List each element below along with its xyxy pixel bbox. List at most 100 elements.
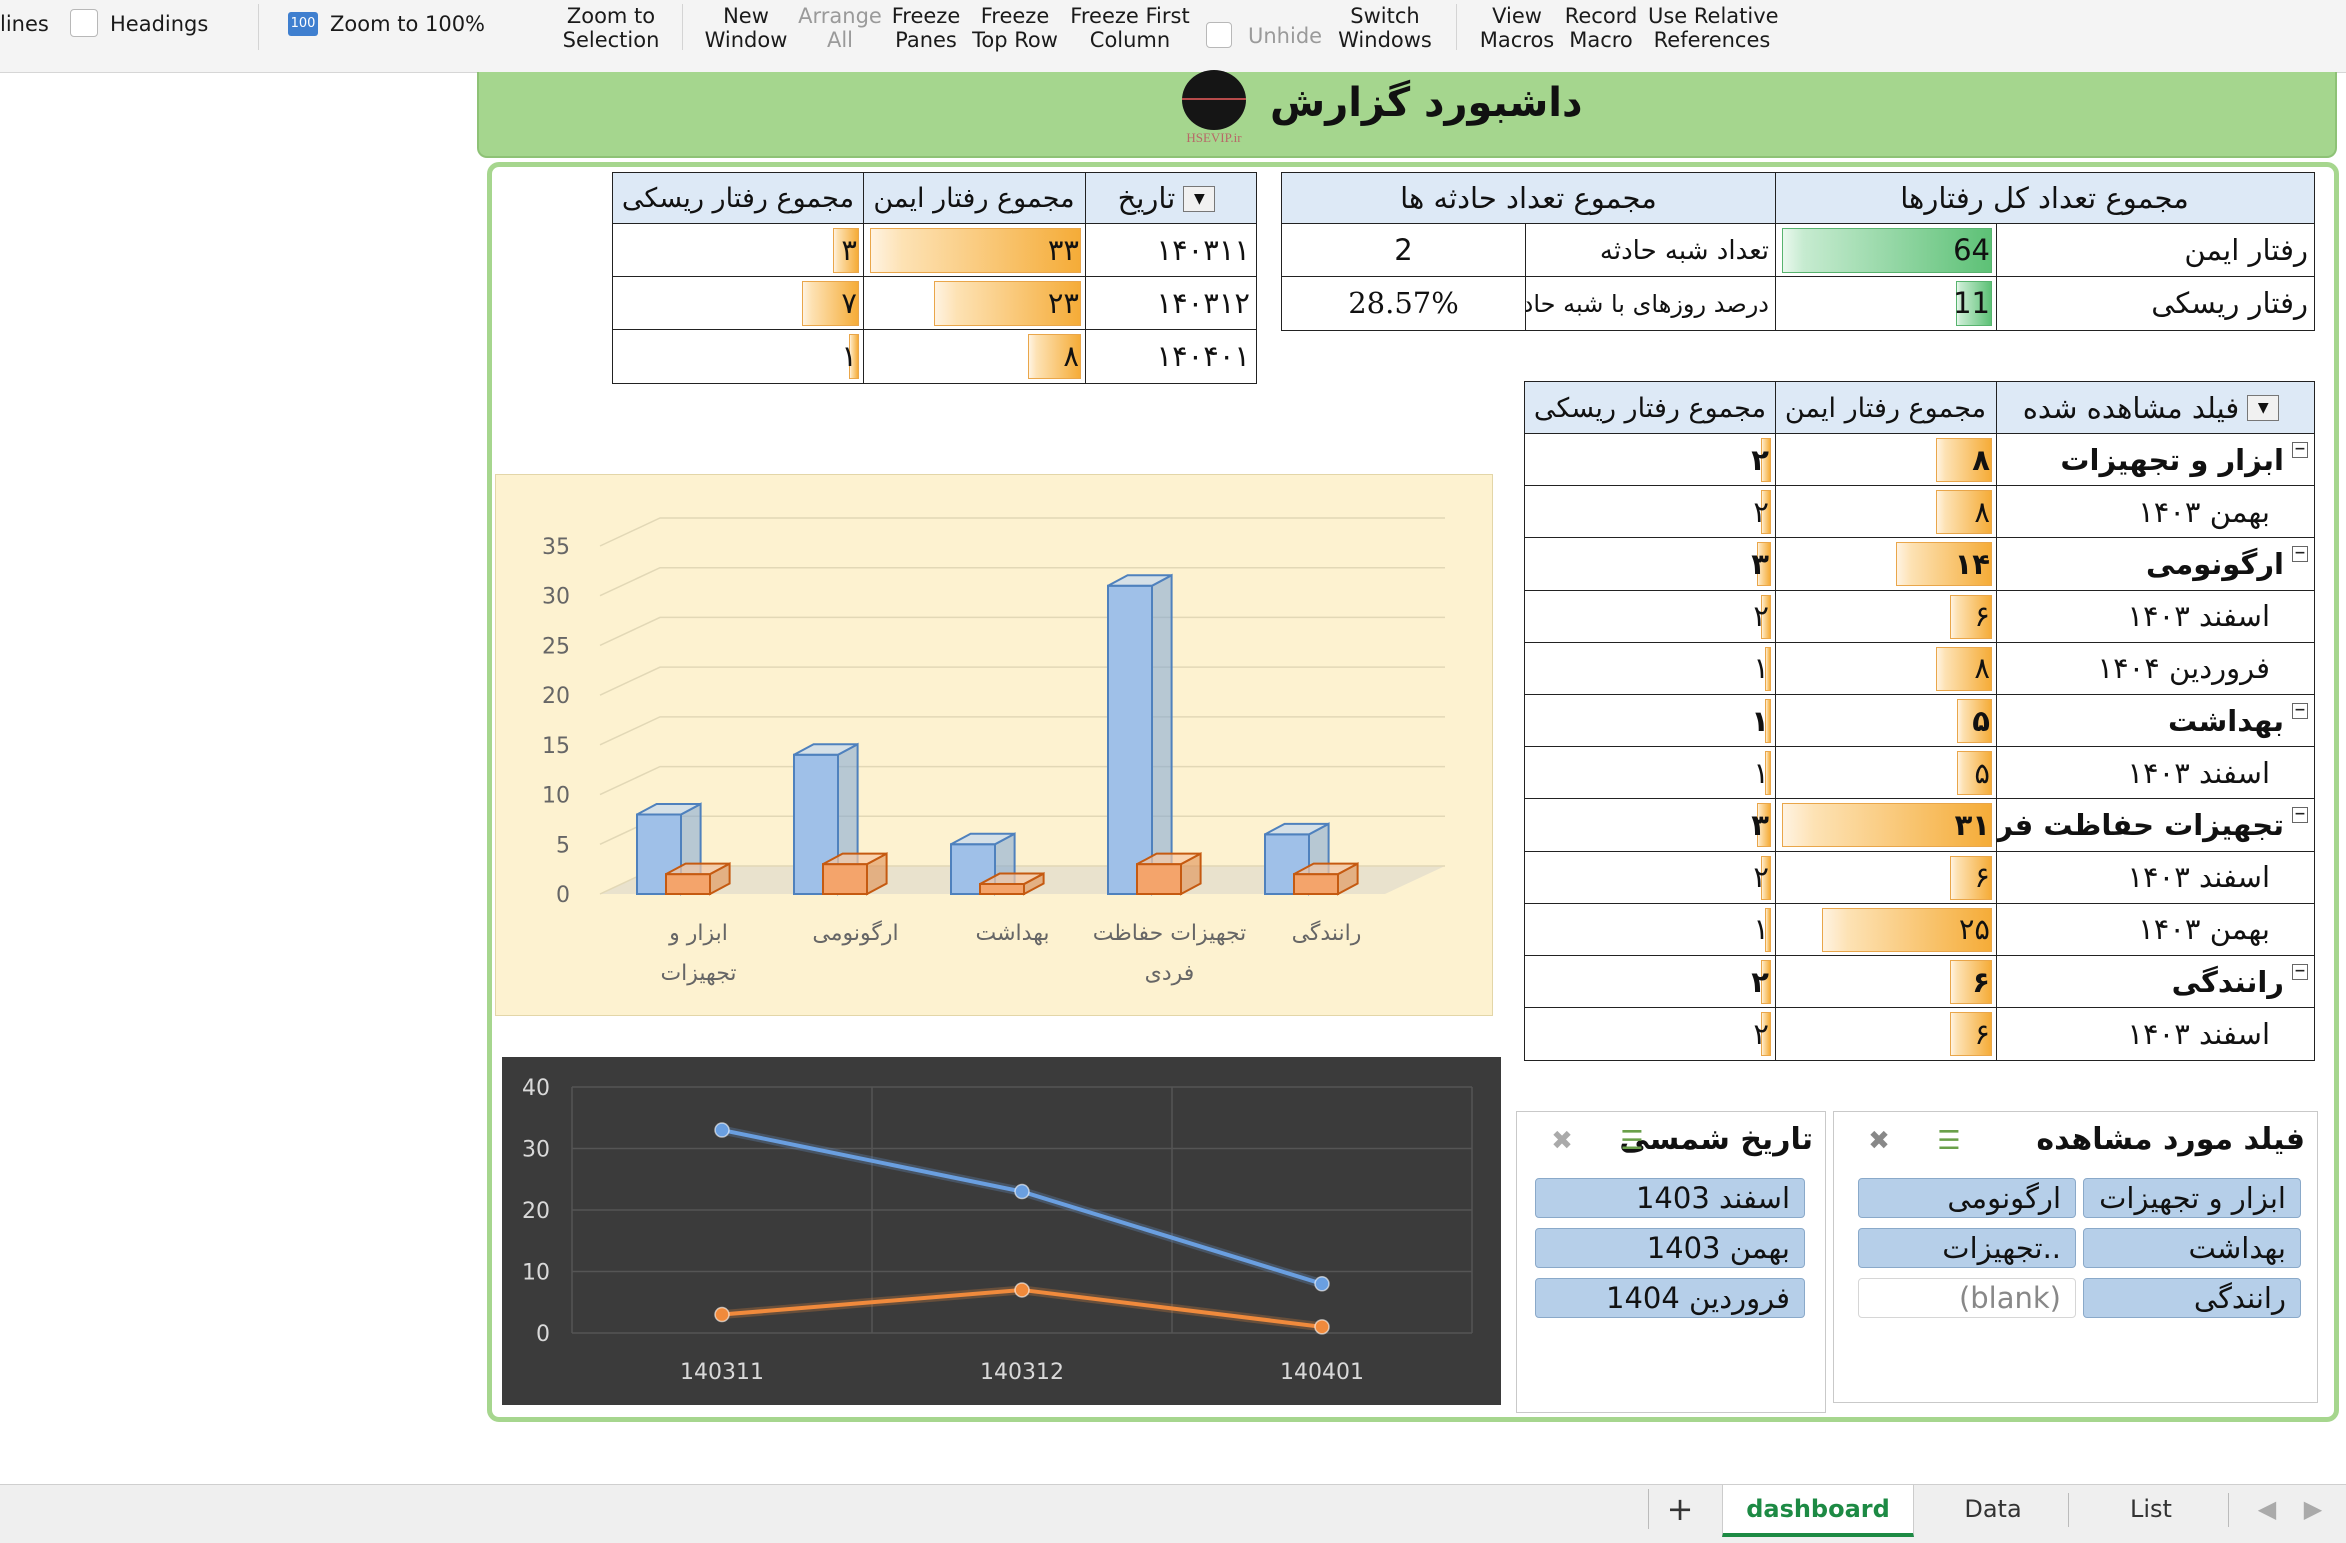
unhide-icon[interactable] [1206,22,1232,48]
collapse-icon[interactable]: − [2292,807,2308,824]
field-month-row[interactable]: بهمن ۱۴۰۳ [1995,485,2315,540]
date-row-safe-cell[interactable]: ۸ [862,329,1086,384]
date-row-risky-cell[interactable]: ۱ [612,329,864,384]
freeze-top-row-button[interactable]: Freeze Top Row [968,4,1062,52]
column-series-2[interactable] [822,852,888,896]
field-row-safe-cell[interactable]: ۵ [1774,694,1997,748]
field-row-safe-cell[interactable]: ۸ [1774,433,1997,487]
headings-label[interactable]: Headings [110,12,208,36]
multi-select-icon[interactable]: ☰ [1613,1124,1651,1158]
collapse-icon[interactable]: − [2292,703,2308,719]
field-row-risky-cell[interactable]: ۲ [1524,850,1776,905]
slicer-item[interactable]: ارگونومی [1858,1178,2076,1218]
field-row-risky-cell[interactable]: ۱ [1524,746,1776,801]
collapse-icon[interactable]: − [2292,546,2308,563]
slicer-item[interactable]: رانندگی [2083,1278,2301,1318]
clear-filter-icon[interactable]: ✖ [1543,1124,1581,1158]
line-point-series-1[interactable] [1314,1276,1330,1292]
multi-select-icon[interactable]: ☰ [1930,1124,1968,1158]
switch-windows-button[interactable]: Switch Windows [1330,4,1440,52]
line-chart[interactable]: 0 10 20 30 40 140311 140312 140401 [502,1057,1501,1405]
line-point-series-1[interactable] [714,1122,730,1138]
date-row-safe-cell[interactable]: ۲۳ [862,276,1086,331]
line-point-series-2[interactable] [714,1306,730,1323]
field-group-row[interactable]: بهداشت − [1995,694,2315,748]
slicer-item-blank[interactable]: (blank) [1858,1278,2076,1318]
column-series-2[interactable] [1136,852,1202,896]
field-row-risky-cell[interactable]: ۲ [1524,433,1776,487]
field-month-row[interactable]: فروردین ۱۴۰۴ [1995,641,2315,696]
field-row-safe-cell[interactable]: ۵ [1774,746,1997,801]
slicer-item[interactable]: بهمن 1403 [1535,1228,1805,1268]
line-point-series-1[interactable] [1014,1183,1030,1200]
slicer-item[interactable]: اسفند 1403 [1535,1178,1805,1218]
date-header[interactable]: تاریخ ▼ [1084,172,1257,225]
field-month-row[interactable]: اسفند ۱۴۰۳ [1995,589,2315,644]
zoom-to-100-button[interactable]: Zoom to 100% [330,12,485,36]
new-window-button[interactable]: New Window [700,4,792,52]
field-row-risky-cell[interactable]: ۱ [1524,902,1776,957]
field-row-safe-cell[interactable]: ۱۴ [1774,537,1997,592]
column-series-1[interactable] [1107,573,1173,896]
risky-behavior-cell[interactable]: 11 [1774,276,1997,331]
gridlines-label[interactable]: lines [0,12,49,36]
filter-dropdown-icon[interactable]: ▼ [2247,395,2280,421]
filter-dropdown-icon[interactable]: ▼ [1183,185,1216,212]
view-macros-button[interactable]: View Macros [1476,4,1558,52]
field-row-safe-cell[interactable]: ۸ [1774,485,1997,540]
collapse-icon[interactable]: − [2292,964,2308,980]
column-series-2[interactable] [1293,861,1359,896]
zoom-100-icon[interactable]: 100 [288,12,318,36]
field-row-safe-cell[interactable]: ۳۱ [1774,798,1997,853]
tab-dashboard[interactable]: dashboard [1722,1485,1914,1537]
collapse-icon[interactable]: − [2292,442,2308,458]
use-relative-references-button[interactable]: Use Relative References [1648,4,1779,52]
date-row-date[interactable]: ۱۴۰۳۱۱ [1084,223,1257,278]
near-miss-days-pct-value[interactable]: 28.57% [1281,276,1526,331]
slicer-item[interactable]: بهداشت [2083,1228,2301,1268]
freeze-panes-button[interactable]: Freeze Panes [886,4,966,52]
tab-data[interactable]: Data [1918,1485,2068,1533]
line-point-series-2[interactable] [1314,1319,1330,1335]
field-row-risky-cell[interactable]: ۳ [1524,798,1776,853]
unhide-button[interactable]: Unhide [1248,24,1322,48]
record-macro-button[interactable]: Record Macro [1562,4,1640,52]
column-series-2[interactable] [665,861,731,896]
date-row-risky-cell[interactable]: ۳ [612,223,864,278]
field-row-safe-cell[interactable]: ۶ [1774,850,1997,905]
field-row-risky-cell[interactable]: ۲ [1524,955,1776,1009]
slicer-item[interactable]: فروردین 1404 [1535,1278,1805,1318]
field-row-safe-cell[interactable]: ۶ [1774,589,1997,644]
freeze-first-column-button[interactable]: Freeze First Column [1068,4,1192,52]
column-chart[interactable]: 0 5 10 15 20 25 30 35 ابزار و تجهیزات ارگونومی بهدا… [495,474,1493,1016]
clear-filter-icon[interactable]: ✖ [1860,1124,1898,1158]
field-month-row[interactable]: اسفند ۱۴۰۳ [1995,1007,2315,1062]
field-row-risky-cell[interactable]: ۲ [1524,1007,1776,1062]
field-row-risky-cell[interactable]: ۲ [1524,589,1776,644]
field-group-row[interactable]: رانندگی − [1995,955,2315,1009]
field-row-safe-cell[interactable]: ۶ [1774,1007,1997,1062]
field-row-risky-cell[interactable]: ۳ [1524,537,1776,592]
scroll-tabs-right-icon[interactable]: ▶ [2298,1485,2328,1533]
safe-behavior-cell[interactable]: 64 [1774,223,1997,278]
field-header[interactable]: فیلد مشاهده شده ▼ [1995,381,2315,435]
scroll-tabs-left-icon[interactable]: ◀ [2252,1485,2282,1533]
slicer-item[interactable]: ابزار و تجهیزات [2083,1178,2301,1218]
date-row-risky-cell[interactable]: ۷ [612,276,864,331]
field-month-row[interactable]: اسفند ۱۴۰۳ [1995,746,2315,801]
tab-list[interactable]: List [2076,1485,2226,1533]
zoom-to-selection-button[interactable]: Zoom to Selection [556,4,666,52]
add-sheet-button[interactable]: + [1652,1485,1708,1533]
field-row-risky-cell[interactable]: ۱ [1524,641,1776,696]
field-row-risky-cell[interactable]: ۲ [1524,485,1776,540]
slicer-item[interactable]: تجهیزات.. [1858,1228,2076,1268]
field-row-risky-cell[interactable]: ۱ [1524,694,1776,748]
field-row-safe-cell[interactable]: ۸ [1774,641,1997,696]
field-row-safe-cell[interactable]: ۶ [1774,955,1997,1009]
field-group-row[interactable]: ابزار و تجهیزات − [1995,433,2315,487]
date-row-date[interactable]: ۱۴۰۳۱۲ [1084,276,1257,331]
near-miss-value[interactable]: 2 [1281,223,1526,278]
date-row-date[interactable]: ۱۴۰۴۰۱ [1084,329,1257,384]
line-point-series-2[interactable] [1014,1282,1030,1298]
field-group-row[interactable]: ارگونومی − [1995,537,2315,592]
